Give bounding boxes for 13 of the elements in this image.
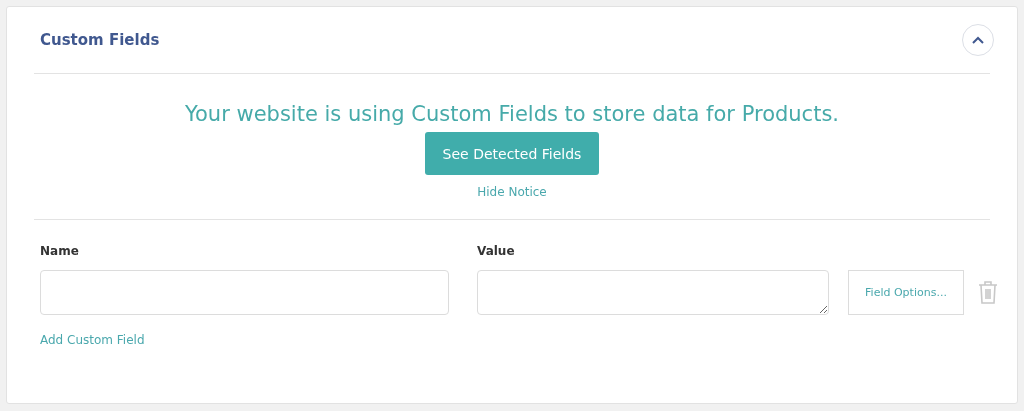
hide-notice-link[interactable]: Hide Notice (477, 185, 547, 199)
field-label: Name (40, 244, 80, 258)
chevron-icon (972, 36, 984, 44)
field-options-button[interactable]: Field Options... (848, 270, 964, 315)
trash-icon[interactable] (978, 280, 998, 304)
panel-title: Custom Fields (40, 31, 160, 49)
notice-message: Your website is using Custom Fields to store data for Products. (185, 102, 839, 126)
collapse-toggle[interactable] (962, 24, 994, 56)
see-detected-fields-button[interactable]: See Detected Fields (424, 132, 600, 175)
name-input[interactable] (40, 270, 449, 315)
field-label: Value (477, 244, 516, 258)
value-textarea[interactable] (477, 270, 829, 315)
add-custom-field-link[interactable]: Add Custom Field (40, 333, 145, 347)
